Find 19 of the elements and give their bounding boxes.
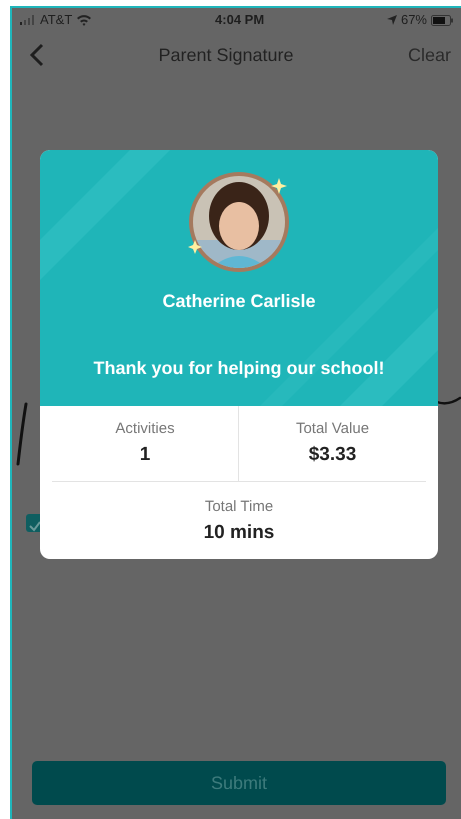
- clear-button[interactable]: Clear: [408, 42, 451, 68]
- location-icon: [386, 15, 397, 25]
- thank-you-message: Thank you for helping our school!: [94, 357, 384, 380]
- back-button[interactable]: [30, 42, 44, 68]
- carrier-name: AT&T: [40, 11, 72, 30]
- signal-icon: [20, 15, 36, 25]
- battery-icon: [431, 14, 453, 26]
- stat-label: Activities: [115, 419, 175, 439]
- battery-percent: 67%: [400, 11, 427, 30]
- submit-button[interactable]: Submit: [32, 761, 446, 805]
- child-name: Catherine Carlisle: [162, 290, 316, 313]
- stat-value: $3.33: [308, 442, 356, 466]
- page-title: Parent Signature: [158, 44, 294, 67]
- stat-label: Total Time: [204, 497, 274, 517]
- stat-value: 1: [140, 442, 150, 466]
- stat-label: Total Value: [296, 419, 370, 439]
- wifi-icon: [76, 14, 92, 26]
- stat-value: 10 mins: [204, 520, 274, 544]
- status-time: 4:04 PM: [215, 11, 264, 30]
